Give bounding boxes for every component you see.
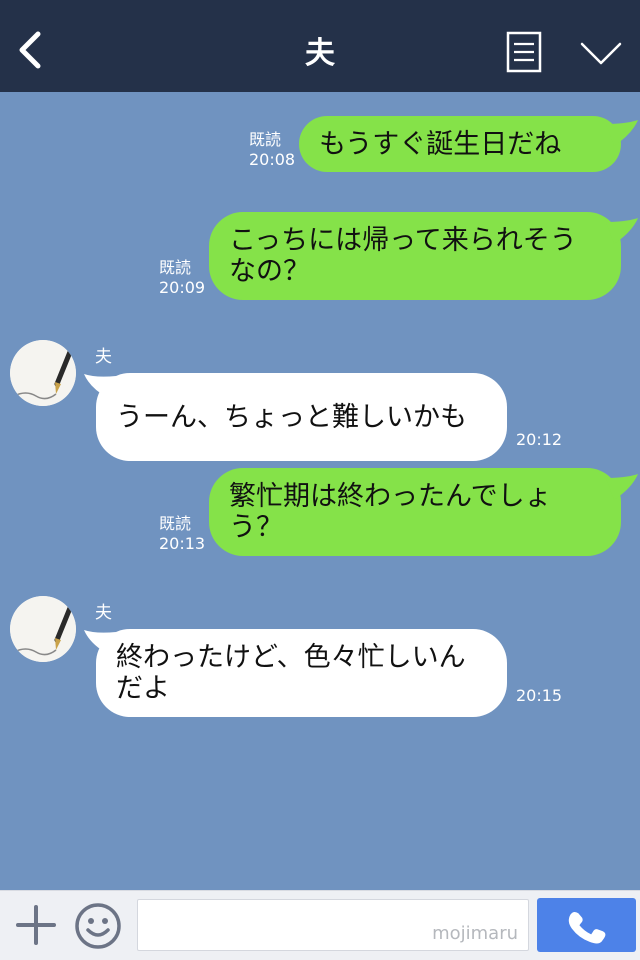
chat-header: 夫 xyxy=(0,0,640,92)
message-meta: 既読 20:13 xyxy=(159,514,205,554)
message-input-box[interactable]: mojimaru xyxy=(137,899,529,951)
message-meta: 既読 20:08 xyxy=(249,130,295,170)
message-bubble[interactable]: 繁忙期は終わったんでしょう？ xyxy=(209,468,621,556)
input-bar: mojimaru xyxy=(0,890,640,960)
call-button[interactable] xyxy=(537,898,636,952)
message-text: 繁忙期は終わったんでしょう？ xyxy=(229,481,552,543)
read-receipt: 既読 xyxy=(159,514,192,533)
chevron-down-icon xyxy=(580,42,622,65)
sender-name: 夫 xyxy=(95,603,112,623)
message-time: 20:13 xyxy=(159,534,206,553)
message-bubble[interactable]: もうすぐ誕生日だね xyxy=(299,116,621,172)
message-text: こっちには帰って来られそうなの？ xyxy=(229,225,577,287)
avatar[interactable] xyxy=(10,596,76,662)
sender-name: 夫 xyxy=(95,347,112,367)
notes-button[interactable] xyxy=(506,31,542,73)
message-bubble[interactable]: こっちには帰って来られそうなの？ xyxy=(209,212,621,300)
message-text: もうすぐ誕生日だね xyxy=(319,128,562,160)
plus-icon xyxy=(16,905,56,945)
chat-area[interactable]: 既読 20:08 もうすぐ誕生日だね 既読 20:09 こっちには帰って来られそ… xyxy=(0,92,640,890)
message-bubble[interactable]: うーん、ちょっと難しいかも xyxy=(96,373,507,461)
chat-title: 夫 xyxy=(305,36,335,71)
note-list-icon xyxy=(506,31,542,73)
smiley-icon xyxy=(75,903,121,949)
message-bubble[interactable]: 終わったけど、色々忙しいんだよ xyxy=(96,629,507,717)
read-receipt: 既読 xyxy=(249,130,282,149)
message-text: うーん、ちょっと難しいかも xyxy=(116,401,467,433)
message-time: 20:09 xyxy=(159,278,206,297)
bubble-tail xyxy=(606,474,638,500)
phone-icon xyxy=(568,911,606,944)
message-time: 20:15 xyxy=(516,686,563,705)
read-receipt: 既読 xyxy=(159,258,192,277)
watermark: mojimaru xyxy=(432,923,518,944)
message-time: 20:12 xyxy=(516,430,563,449)
bubble-tail xyxy=(606,120,638,146)
bubble-tail xyxy=(606,218,638,244)
add-button[interactable] xyxy=(14,903,58,947)
message-meta: 既読 20:09 xyxy=(159,258,205,298)
emoji-button[interactable] xyxy=(73,901,123,951)
message-time: 20:08 xyxy=(249,150,296,169)
avatar[interactable] xyxy=(10,340,76,406)
collapse-button[interactable] xyxy=(578,36,624,70)
message-text: 終わったけど、色々忙しいんだよ xyxy=(116,642,466,704)
pen-icon xyxy=(10,596,76,662)
pen-icon xyxy=(10,340,76,406)
